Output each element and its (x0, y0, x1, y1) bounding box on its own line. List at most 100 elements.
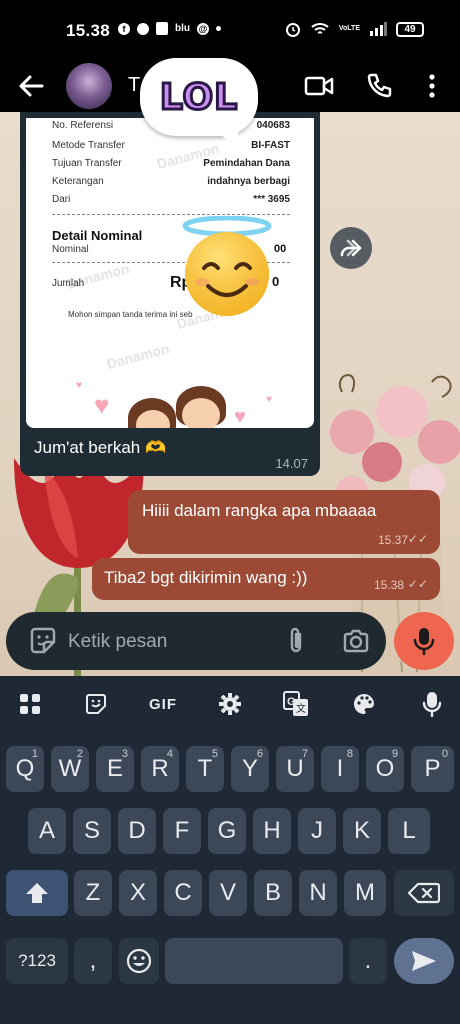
more-options-icon[interactable] (424, 72, 440, 100)
receipt-row: Keterangan indahnya berbagi (52, 176, 290, 187)
paperclip-icon[interactable] (284, 626, 308, 656)
key-u[interactable]: U7 (276, 746, 314, 792)
key-p[interactable]: P0 (411, 746, 454, 792)
key-hint: 1 (31, 748, 38, 760)
key-y[interactable]: Y6 (231, 746, 269, 792)
backspace-key[interactable] (394, 870, 454, 916)
emoji-sticker-icon[interactable] (28, 626, 58, 656)
comma-key[interactable]: , (74, 938, 112, 984)
translate-icon[interactable]: G文 (282, 690, 310, 718)
key-label: M (355, 879, 375, 906)
sticker-icon[interactable] (82, 690, 110, 718)
facebook-icon: f (118, 22, 130, 35)
gif-button[interactable]: GIF (146, 690, 180, 718)
key-k[interactable]: K (343, 808, 381, 854)
contact-avatar[interactable] (66, 63, 112, 109)
receipt-label: Tujuan Transfer (52, 158, 122, 169)
key-h[interactable]: H (253, 808, 291, 854)
receipt-value: Pemindahan Dana (203, 158, 290, 169)
alarm-icon (285, 23, 300, 37)
key-label: Z (85, 879, 101, 906)
key-m[interactable]: M (344, 870, 386, 916)
image-message-bubble[interactable]: Danamon Danamon Danamon Danamon No. Refe… (20, 112, 320, 476)
video-call-icon[interactable] (304, 74, 334, 98)
key-i[interactable]: I8 (321, 746, 359, 792)
read-receipt-icon: ✓✓ (407, 532, 428, 546)
key-hint: 2 (76, 748, 83, 760)
receipt-row: Dari *** 3695 (52, 194, 290, 205)
key-label: G (217, 817, 237, 844)
key-f[interactable]: F (163, 808, 201, 854)
total-label: Jumlah (52, 278, 85, 289)
phone-call-icon[interactable] (366, 72, 392, 100)
key-w[interactable]: W2 (51, 746, 89, 792)
outgoing-message-bubble[interactable]: Tiba2 bgt dikirimin wang :)) 15.38 ✓✓ (92, 558, 440, 600)
key-o[interactable]: O9 (366, 746, 404, 792)
key-v[interactable]: V (209, 870, 247, 916)
key-label: N (309, 879, 327, 906)
key-hint: 3 (121, 748, 128, 760)
receipt-label: Keterangan (52, 176, 104, 187)
volte-label: VoLTE (338, 25, 360, 32)
receipt-watermark: Danamon (105, 340, 171, 372)
key-t[interactable]: T5 (186, 746, 224, 792)
nominal-value: 00 (274, 243, 287, 255)
shopping-bag-icon (156, 22, 168, 35)
space-bar[interactable] (165, 938, 343, 984)
message-input-field[interactable]: Ketik pesan (68, 631, 167, 653)
outgoing-message-text: Hiiii dalam rangka apa mbaaaa (142, 501, 377, 520)
incoming-message-text: Jum'at berkah 🫶 (34, 438, 167, 457)
symbols-key[interactable]: ?123 (6, 938, 68, 984)
enter-send-key[interactable] (394, 938, 454, 984)
key-hint: 8 (346, 748, 353, 760)
key-g[interactable]: G (208, 808, 246, 854)
apps-grid-icon[interactable] (16, 690, 44, 718)
message-time: 15.38 (373, 578, 404, 592)
key-q[interactable]: Q1 (6, 746, 44, 792)
heart-icon: ♥ (266, 394, 272, 405)
back-arrow-icon[interactable] (16, 71, 46, 101)
key-j[interactable]: J (298, 808, 336, 854)
contact-name[interactable]: T (128, 74, 140, 97)
key-hint: 7 (301, 748, 308, 760)
network-label: blu (175, 23, 190, 34)
forward-button[interactable] (330, 227, 372, 269)
key-d[interactable]: D (118, 808, 156, 854)
settings-gear-icon[interactable] (216, 690, 244, 718)
detail-nominal-title: Detail Nominal (52, 228, 143, 243)
voice-typing-mic-icon[interactable] (418, 690, 446, 718)
system-icons: VoLTE 49 (285, 21, 424, 37)
key-c[interactable]: C (164, 870, 202, 916)
voice-message-button[interactable] (394, 612, 454, 670)
key-x[interactable]: X (119, 870, 157, 916)
message-input-bar[interactable]: Ketik pesan (6, 612, 386, 670)
key-label: S (83, 817, 100, 844)
period-key[interactable]: . (349, 938, 387, 984)
shift-key[interactable] (6, 870, 68, 916)
key-e[interactable]: E3 (96, 746, 134, 792)
receipt-label: No. Referensi (52, 120, 114, 131)
notification-icons: f blu @ (118, 22, 221, 35)
camera-icon[interactable] (342, 628, 370, 654)
backspace-icon (408, 882, 440, 904)
key-label: I (336, 755, 344, 782)
heart-icon: ♥ (76, 380, 82, 391)
key-s[interactable]: S (73, 808, 111, 854)
key-a[interactable]: A (28, 808, 66, 854)
key-label: A (38, 817, 55, 844)
key-label: V (219, 879, 236, 906)
key-b[interactable]: B (254, 870, 292, 916)
key-l[interactable]: L (388, 808, 430, 854)
key-label: J (311, 817, 323, 844)
emoji-key[interactable] (119, 938, 159, 984)
outgoing-message-bubble[interactable]: Hiiii dalam rangka apa mbaaaa 15.37 ✓✓ (128, 490, 440, 554)
key-label: K (353, 817, 370, 844)
send-arrow-icon (412, 951, 436, 971)
chat-area[interactable]: Danamon Danamon Danamon Danamon No. Refe… (0, 112, 460, 676)
key-z[interactable]: Z (74, 870, 112, 916)
key-r[interactable]: R4 (141, 746, 179, 792)
key-label: ?123 (18, 951, 56, 970)
theme-palette-icon[interactable] (350, 690, 378, 718)
key-label: T (197, 755, 213, 782)
key-n[interactable]: N (299, 870, 337, 916)
